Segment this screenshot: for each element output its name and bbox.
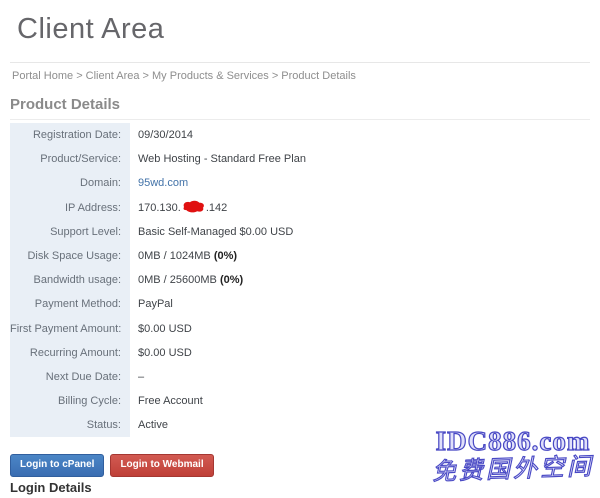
row-value: 0MB / 1024MB (0%) bbox=[130, 244, 590, 268]
row-label: Next Due Date: bbox=[10, 365, 130, 389]
action-buttons: Login to cPanel Login to Webmail bbox=[10, 454, 214, 477]
table-row-ip-address: IP Address: 170.130. .142 bbox=[10, 196, 590, 220]
row-value: PayPal bbox=[130, 292, 590, 316]
row-label: Disk Space Usage: bbox=[10, 244, 130, 268]
table-row-product-service: Product/Service: Web Hosting - Standard … bbox=[10, 147, 590, 171]
table-row-next-due-date: Next Due Date: – bbox=[10, 365, 590, 389]
domain-link[interactable]: 95wd.com bbox=[138, 177, 188, 189]
row-value: $0.00 USD bbox=[130, 317, 590, 341]
header-divider bbox=[10, 62, 590, 63]
row-label: Recurring Amount: bbox=[10, 341, 130, 365]
table-row-status: Status: Active bbox=[10, 413, 590, 437]
disk-usage-percent: (0%) bbox=[214, 250, 237, 262]
row-label: Status: bbox=[10, 413, 130, 437]
section-title-product-details: Product Details bbox=[10, 96, 590, 120]
row-label: Payment Method: bbox=[10, 292, 130, 316]
row-label: Domain: bbox=[10, 171, 130, 195]
section-title-login-details: Login Details bbox=[10, 480, 92, 495]
row-value: 95wd.com bbox=[130, 171, 590, 195]
table-row-first-payment: First Payment Amount: $0.00 USD bbox=[10, 317, 590, 341]
table-row-bandwidth: Bandwidth usage: 0MB / 25600MB (0%) bbox=[10, 268, 590, 292]
table-row-support-level: Support Level: Basic Self-Managed $0.00 … bbox=[10, 220, 590, 244]
redaction-scribble-icon bbox=[182, 199, 205, 213]
table-row-disk-space: Disk Space Usage: 0MB / 1024MB (0%) bbox=[10, 244, 590, 268]
page-title: Client Area bbox=[17, 13, 164, 46]
login-cpanel-button[interactable]: Login to cPanel bbox=[10, 454, 104, 477]
row-value: Web Hosting - Standard Free Plan bbox=[130, 147, 590, 171]
row-label: IP Address: bbox=[10, 196, 130, 220]
row-label: Billing Cycle: bbox=[10, 389, 130, 413]
bandwidth-usage-percent: (0%) bbox=[220, 274, 243, 286]
breadcrumb[interactable]: Portal Home > Client Area > My Products … bbox=[12, 70, 356, 82]
table-row-payment-method: Payment Method: PayPal bbox=[10, 292, 590, 316]
table-row-recurring-amount: Recurring Amount: $0.00 USD bbox=[10, 341, 590, 365]
ip-prefix: 170.130. bbox=[138, 202, 181, 214]
row-value: Basic Self-Managed $0.00 USD bbox=[130, 220, 590, 244]
client-area-page: Client Area Portal Home > Client Area > … bbox=[0, 0, 600, 498]
row-value: 0MB / 25600MB (0%) bbox=[130, 268, 590, 292]
table-row-registration-date: Registration Date: 09/30/2014 bbox=[10, 123, 590, 147]
product-details-table: Registration Date: 09/30/2014 Product/Se… bbox=[10, 123, 590, 437]
login-webmail-button[interactable]: Login to Webmail bbox=[110, 454, 213, 477]
row-value: – bbox=[130, 365, 590, 389]
ip-suffix: .142 bbox=[206, 202, 227, 214]
row-label: Bandwidth usage: bbox=[10, 268, 130, 292]
bandwidth-usage-text: 0MB / 25600MB bbox=[138, 274, 220, 286]
table-row-domain: Domain: 95wd.com bbox=[10, 171, 590, 195]
row-value: Free Account bbox=[130, 389, 590, 413]
row-label: Support Level: bbox=[10, 220, 130, 244]
row-label: Product/Service: bbox=[10, 147, 130, 171]
status-value: Active bbox=[130, 413, 590, 437]
table-row-billing-cycle: Billing Cycle: Free Account bbox=[10, 389, 590, 413]
row-value: 170.130. .142 bbox=[130, 196, 590, 220]
row-label: First Payment Amount: bbox=[10, 317, 130, 341]
disk-usage-text: 0MB / 1024MB bbox=[138, 250, 214, 262]
row-value: 09/30/2014 bbox=[130, 123, 590, 147]
watermark-chinese-text: 免费国外空间 bbox=[432, 451, 595, 487]
row-value: $0.00 USD bbox=[130, 341, 590, 365]
row-label: Registration Date: bbox=[10, 123, 130, 147]
